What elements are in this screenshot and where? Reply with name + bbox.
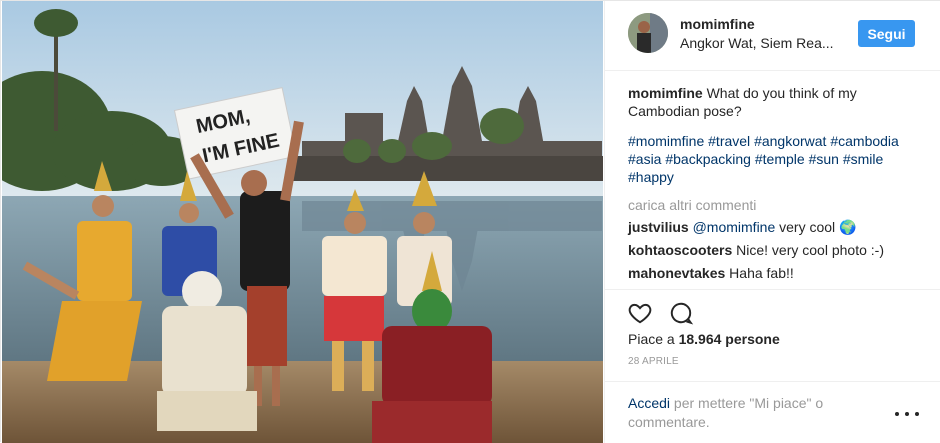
hashtag[interactable]: #momimfine <box>628 133 704 149</box>
post-location[interactable]: Angkor Wat, Siem Rea... <box>680 35 840 51</box>
hashtag[interactable]: #smile <box>843 151 883 167</box>
comment-text: Nice! very cool photo :-) <box>736 242 884 258</box>
hashtag[interactable]: #happy <box>628 169 674 185</box>
comment-item: justvilius @momimfine very cool 🌍 <box>628 218 918 236</box>
post-header: momimfine Angkor Wat, Siem Rea... Segui <box>605 1 940 71</box>
post-username[interactable]: momimfine <box>680 16 755 32</box>
comment-username[interactable]: kohtaoscooters <box>628 242 732 258</box>
avatar[interactable] <box>628 13 668 53</box>
comment-username[interactable]: justvilius <box>628 219 689 235</box>
post-sidebar: momimfine Angkor Wat, Siem Rea... Segui … <box>604 1 940 443</box>
hashtag[interactable]: #cambodia <box>830 133 899 149</box>
hashtag[interactable]: #asia <box>628 151 661 167</box>
hashtag[interactable]: #temple <box>755 151 805 167</box>
comment-username[interactable]: mahonevtakes <box>628 265 725 281</box>
heart-outline-icon[interactable] <box>627 300 653 326</box>
login-prompt: Accedi per mettere "Mi piace" o commenta… <box>628 394 868 432</box>
comment-text: very cool 🌍 <box>779 219 857 235</box>
likes-count[interactable]: Piace a 18.964 persone <box>628 331 780 347</box>
post-actions: Piace a 18.964 persone 28 APRILE <box>605 289 940 367</box>
hashtag[interactable]: #travel <box>708 133 750 149</box>
post-date: 28 APRILE <box>628 356 679 367</box>
more-options-icon[interactable] <box>895 406 919 422</box>
comment-mention[interactable]: @momimfine <box>693 219 776 235</box>
caption: momimfine What do you think of my Cambod… <box>628 84 918 120</box>
comment-item: mahonevtakes Haha fab!! <box>628 264 918 282</box>
comments-list: momimfine What do you think of my Cambod… <box>628 84 918 287</box>
follow-button[interactable]: Segui <box>858 20 915 47</box>
login-link[interactable]: Accedi <box>628 395 670 411</box>
post-photo[interactable]: MOM, I'M FINE <box>2 1 603 443</box>
add-comment-section: Accedi per mettere "Mi piace" o commenta… <box>605 381 940 443</box>
hashtag[interactable]: #angkorwat <box>754 133 826 149</box>
load-more-comments[interactable]: carica altri commenti <box>628 196 918 214</box>
hashtag[interactable]: #backpacking <box>665 151 751 167</box>
likes-prefix: Piace a <box>628 331 675 347</box>
likes-number[interactable]: 18.964 persone <box>679 331 780 347</box>
post-container: MOM, I'M FINE momimfine Angkor Wat, Siem… <box>0 0 940 443</box>
comment-item: kohtaoscooters Nice! very cool photo :-) <box>628 241 918 259</box>
hashtag[interactable]: #sun <box>809 151 839 167</box>
comment-text: Haha fab!! <box>729 265 794 281</box>
hashtag-list: #momimfine #travel #angkorwat #cambodia … <box>628 132 918 186</box>
caption-username[interactable]: momimfine <box>628 85 703 101</box>
speech-bubble-icon[interactable] <box>668 300 694 326</box>
